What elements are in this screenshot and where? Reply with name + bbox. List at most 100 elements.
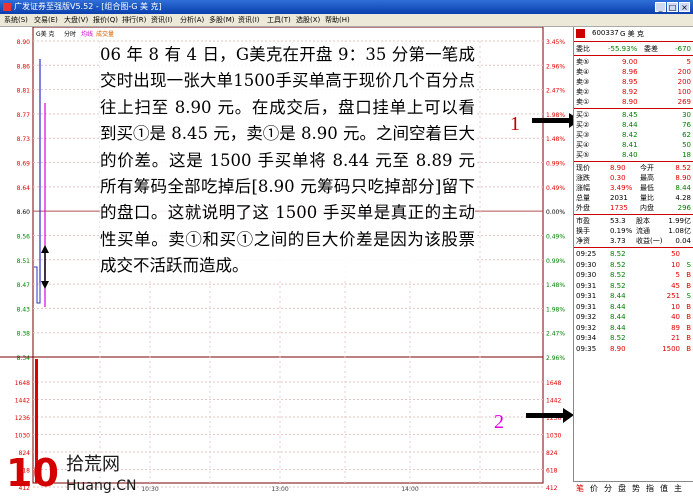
- bid-row: 买⑤ 8.40 18: [576, 151, 691, 159]
- quote-panel: 600337 G 美 克 委比 -55.93% 委差 -670 卖⑤ 9.00 5 卖…: [573, 27, 693, 496]
- price-tick-label: 8.56: [17, 233, 31, 240]
- tab-price[interactable]: 价: [590, 482, 598, 496]
- time-tick-label: 13:00: [271, 486, 288, 493]
- vol-tick-label: 1030: [15, 433, 30, 440]
- menu-trade[interactable]: 交易(E): [34, 14, 58, 26]
- maximize-button[interactable]: □: [667, 2, 678, 12]
- ask-row: 卖④ 8.96 200: [576, 68, 691, 76]
- pct-tick-label: 2.47%: [546, 331, 565, 338]
- vol-tick-label-right: 412: [546, 485, 558, 492]
- fund-row: 换手 0.19% 流通 1.08亿: [576, 227, 691, 235]
- fund-row: 市盈 53.3 股本 1.99亿: [576, 217, 691, 225]
- vol-tick-label-right: 1648: [546, 380, 561, 387]
- chart-legend-item: G美 克: [36, 30, 55, 38]
- marker-2-label: 2: [494, 411, 504, 433]
- ask-row: 卖① 8.90 269: [576, 98, 691, 106]
- bid-row: 买④ 8.41 50: [576, 141, 691, 149]
- stat-row: 涨幅 3.49% 最低 8.44: [576, 184, 691, 192]
- chart-legend-item: 成交量: [96, 30, 114, 38]
- stat-row: 现价 8.90 今开 8.52: [576, 164, 691, 172]
- stock-name: G 美 克: [620, 30, 644, 38]
- price-tick-label: 8.38: [17, 331, 31, 338]
- stock-code: 600337: [592, 29, 619, 37]
- ask-row: 卖③ 8.95 200: [576, 78, 691, 86]
- bid-row: 买③ 8.42 62: [576, 131, 691, 139]
- pct-tick-label: 0.49%: [546, 233, 565, 240]
- pct-tick-label: 0.99%: [546, 161, 565, 168]
- price-tick-label: 8.51: [17, 258, 31, 265]
- stat-row: 涨跌 0.30 最高 8.90: [576, 174, 691, 182]
- app-logo-icon: [3, 3, 11, 11]
- tick-row: 09:31 8.44 251 S: [576, 292, 691, 300]
- menu-info[interactable]: 资讯(I): [151, 14, 173, 26]
- tick-row: 09:31 8.44 10 B: [576, 302, 691, 311]
- pct-tick-label: 1.48%: [546, 136, 565, 143]
- stat-row: 总量 2031 量比 4.28: [576, 194, 691, 202]
- watermark-cn: 拾荒网: [66, 454, 120, 475]
- tab-value[interactable]: 值: [660, 482, 668, 496]
- pct-tick-label: 3.45%: [546, 39, 565, 46]
- tab-index[interactable]: 指: [646, 482, 654, 496]
- chart-legend-item: 均线: [81, 30, 93, 38]
- price-tick-label: 8.73: [17, 136, 31, 143]
- tab-minute[interactable]: 分: [604, 482, 612, 496]
- price-tick-label: 8.90: [17, 39, 31, 46]
- ask-row: 卖② 8.92 100: [576, 88, 691, 96]
- title-bar: 广发证券至强版V5.52 - [组合图-G 美 克] _ □ ×: [0, 0, 693, 14]
- chart-legend-item: 分时: [64, 30, 76, 38]
- marker-1-label: 1: [510, 113, 520, 135]
- price-tick-label: 8.60: [17, 209, 31, 216]
- tick-row: 09:35 8.90 1500 B: [576, 344, 691, 353]
- marker-2-arrow: [526, 408, 574, 423]
- price-tick-label: 8.43: [17, 306, 31, 313]
- vol-tick-label-right: 1442: [546, 398, 561, 405]
- tick-row: 09:30 8.52 5 B: [576, 271, 691, 279]
- menu-rank[interactable]: 排行(R): [122, 14, 146, 26]
- vol-tick-label: 1236: [15, 415, 30, 422]
- price-tick-label: 8.47: [17, 282, 31, 289]
- vol-tick-label-right: 618: [546, 468, 558, 475]
- price-tick-label: 8.86: [17, 63, 31, 70]
- menu-multi[interactable]: 多股(M): [209, 14, 235, 26]
- price-tick-label: 8.77: [17, 112, 31, 119]
- menu-system[interactable]: 系统(S): [4, 14, 28, 26]
- bid-row: 买① 8.45 30: [576, 111, 691, 119]
- price-tick-label: 8.81: [17, 88, 31, 95]
- menu-analysis[interactable]: 分析(A): [180, 14, 204, 26]
- tick-row: 09:31 8.52 45 B: [576, 281, 691, 290]
- watermark-number: 10: [6, 451, 59, 495]
- ask-row: 卖⑤ 9.00 5: [576, 58, 691, 66]
- time-tick-label: 14:00: [401, 486, 418, 493]
- stat-row: 外盘 1735 内盘 296: [576, 204, 691, 212]
- tick-row: 09:30 8.52 10 S: [576, 260, 691, 269]
- pct-tick-label: 2.96%: [546, 355, 565, 362]
- tab-main[interactable]: 主: [674, 482, 682, 496]
- tab-trend[interactable]: 势: [632, 482, 640, 496]
- marker-1-arrow: [532, 113, 580, 128]
- menu-help[interactable]: 帮助(H): [325, 14, 350, 26]
- watermark-en: Huang.CN: [66, 478, 136, 494]
- tab-book[interactable]: 盘: [618, 482, 626, 496]
- menu-select[interactable]: 选股(X): [296, 14, 320, 26]
- vol-tick-label: 1648: [15, 380, 30, 387]
- pct-tick-label: 2.47%: [546, 88, 565, 95]
- vol-tick-label-right: 824: [546, 450, 558, 457]
- watermark-logo: 10 拾荒网 Huang.CN: [4, 446, 164, 496]
- pct-tick-label: 2.96%: [546, 63, 565, 70]
- menu-quote[interactable]: 报价(Q): [93, 14, 118, 26]
- tick-row: 09:32 8.44 40 B: [576, 313, 691, 321]
- menu-news[interactable]: 资讯(I): [238, 14, 260, 26]
- tab-trades[interactable]: 笔: [576, 482, 584, 496]
- pct-tick-label: 0.00%: [546, 209, 565, 216]
- close-button[interactable]: ×: [679, 2, 690, 12]
- menu-bar: 系统(S) 交易(E) 大盘(V) 报价(Q) 排行(R) 资讯(I) 分析(A…: [0, 14, 693, 27]
- price-tick-label: 8.34: [17, 355, 31, 362]
- menu-market[interactable]: 大盘(V): [64, 14, 88, 26]
- panel-tabs: 笔 价 分 盘 势 指 值 主: [573, 481, 693, 497]
- tick-row: 09:25 8.52 50: [576, 250, 680, 258]
- minimize-button[interactable]: _: [655, 2, 666, 12]
- menu-tools[interactable]: 工具(T): [267, 14, 291, 26]
- stock-flag-icon: [576, 29, 585, 38]
- fund-row: 净资 3.73 收益(一) 0.04: [576, 237, 691, 245]
- price-tick-label: 8.64: [17, 185, 31, 192]
